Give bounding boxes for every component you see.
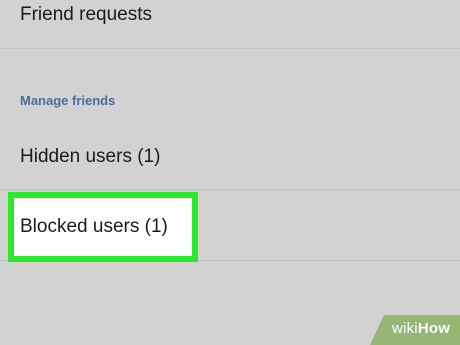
watermark-suffix: How [417,320,451,337]
wikihow-watermark: wikiHow [370,315,460,345]
watermark-text: wikiHow [392,320,450,337]
hidden-users-label: Hidden users (1) [20,146,161,167]
watermark-prefix: wiki [392,320,418,337]
friends-settings-screen: Friend requests Manage friends Hidden us… [0,0,460,345]
friend-requests-label: Friend requests [20,4,153,25]
blocked-users-label[interactable]: Blocked users (1) [20,192,168,262]
friend-requests-item[interactable]: Friend requests [0,0,460,49]
manage-friends-section-header: Manage friends [20,93,116,108]
hidden-users-item[interactable]: Hidden users (1) [0,124,460,190]
